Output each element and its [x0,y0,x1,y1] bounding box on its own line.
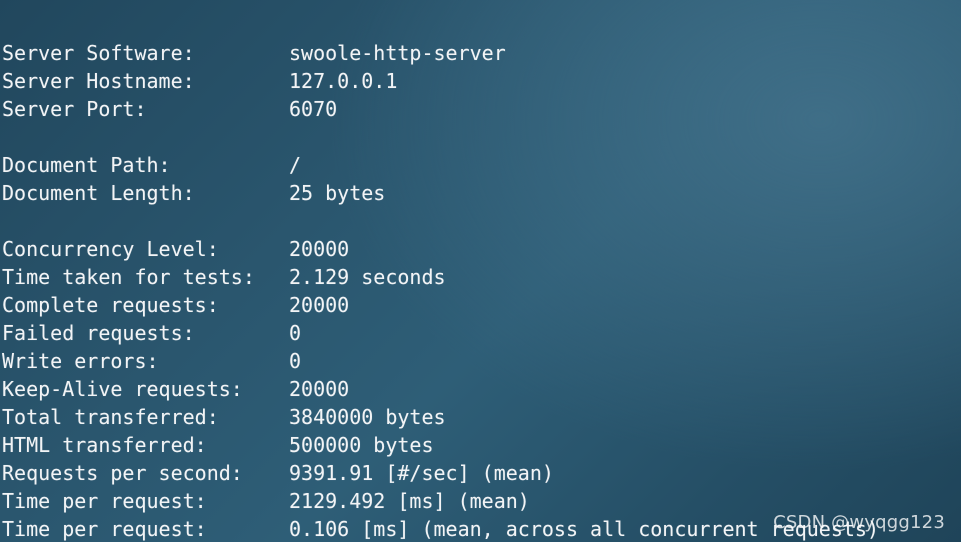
csdn-watermark: CSDN @wyqgg123 [773,512,945,533]
time-taken-row: Time taken for tests: 2.129 seconds [2,263,957,291]
requests-per-second-row: Requests per second: 9391.91 [#/sec] (me… [2,459,957,487]
complete-requests-value: 20000 [289,293,350,317]
time-taken-label: Time taken for tests: [2,265,255,289]
server-software-label: Server Software: [2,41,195,65]
total-transferred-value: 3840000 bytes [289,405,446,429]
keep-alive-requests-value: 20000 [289,377,350,401]
html-transferred-value: 500000 bytes [289,433,434,457]
server-software-row: Server Software: swoole-http-server [2,39,957,67]
document-length-label: Document Length: [2,181,195,205]
failed-requests-value: 0 [289,321,302,345]
server-hostname-label: Server Hostname: [2,69,195,93]
complete-requests-label: Complete requests: [2,293,219,317]
concurrency-level-value: 20000 [289,237,350,261]
keep-alive-requests-label: Keep-Alive requests: [2,377,243,401]
failed-requests-label: Failed requests: [2,321,195,345]
failed-requests-row: Failed requests: 0 [2,319,957,347]
time-per-request-value: 2129.492 [ms] (mean) [289,489,530,513]
terminal-output: Server Software: swoole-http-server Serv… [2,39,957,542]
server-port-row: Server Port: 6070 [2,95,957,123]
server-hostname-row: Server Hostname: 127.0.0.1 [2,67,957,95]
document-length-value: 25 bytes [289,181,386,205]
total-transferred-label: Total transferred: [2,405,219,429]
html-transferred-row: HTML transferred: 500000 bytes [2,431,957,459]
document-path-label: Document Path: [2,153,171,177]
concurrency-level-label: Concurrency Level: [2,237,219,261]
server-port-label: Server Port: [2,97,147,121]
html-transferred-label: HTML transferred: [2,433,207,457]
complete-requests-row: Complete requests: 20000 [2,291,957,319]
server-software-value: swoole-http-server [289,41,506,65]
document-path-row: Document Path: / [2,151,957,179]
write-errors-row: Write errors: 0 [2,347,957,375]
total-transferred-row: Total transferred: 3840000 bytes [2,403,957,431]
concurrency-level-row: Concurrency Level: 20000 [2,235,957,263]
time-per-request-row: Time per request: 2129.492 [ms] (mean) [2,487,957,515]
time-per-request-concurrent-label: Time per request: [2,517,207,541]
time-per-request-label: Time per request: [2,489,207,513]
time-taken-value: 2.129 seconds [289,265,446,289]
requests-per-second-label: Requests per second: [2,461,243,485]
keep-alive-requests-row: Keep-Alive requests: 20000 [2,375,957,403]
server-hostname-value: 127.0.0.1 [289,69,398,93]
requests-per-second-value: 9391.91 [#/sec] (mean) [289,461,554,485]
server-port-value: 6070 [289,97,338,121]
document-length-row: Document Length: 25 bytes [2,179,957,207]
write-errors-value: 0 [289,349,302,373]
write-errors-label: Write errors: [2,349,159,373]
document-path-value: / [289,153,302,177]
